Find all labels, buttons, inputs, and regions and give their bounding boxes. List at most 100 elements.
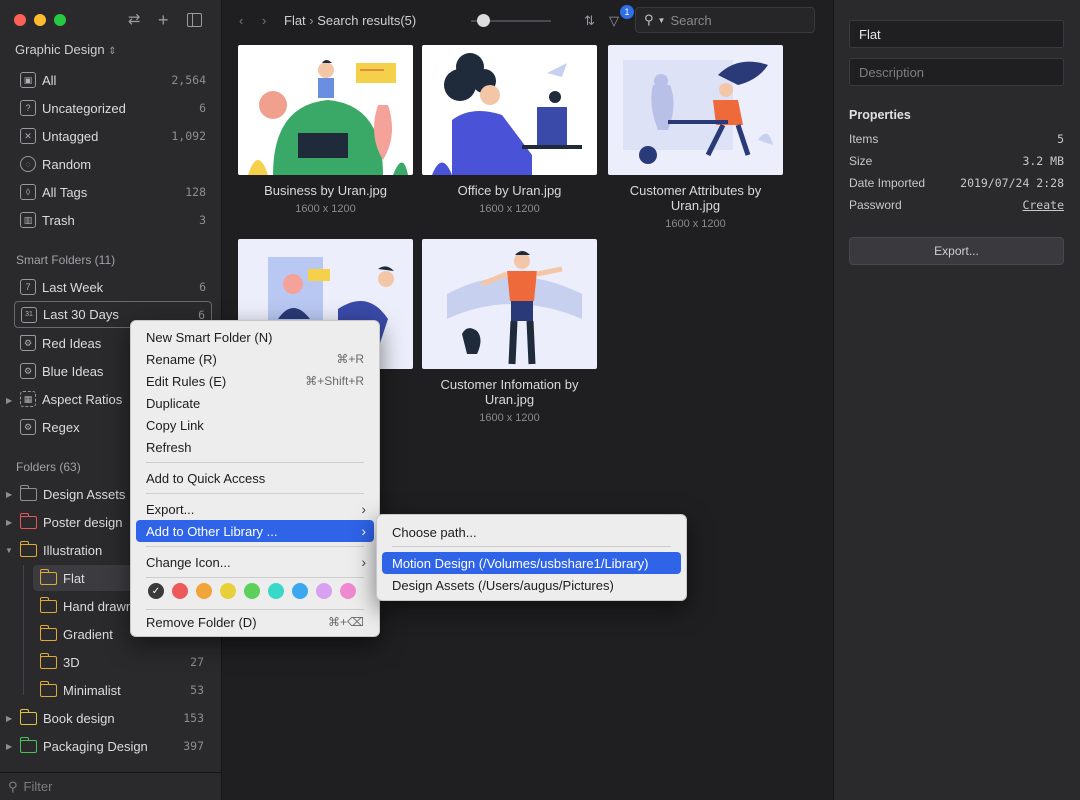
folder-minimalist[interactable]: Minimalist 53 [39, 677, 204, 703]
prop-label-date-imported: Date Imported [849, 176, 926, 190]
color-swatch[interactable] [172, 583, 188, 599]
menu-copy-link[interactable]: Copy Link [136, 414, 374, 436]
nav-untagged[interactable]: ✕ Untagged 1,092 [14, 123, 212, 149]
folder-icon [19, 708, 37, 725]
description-field[interactable]: Description [849, 58, 1064, 86]
smart-folder-icon: ⚙ [20, 335, 36, 351]
nav-label: Uncategorized [42, 100, 126, 116]
menu-add-to-quick-access[interactable]: Add to Quick Access [136, 467, 374, 489]
expand-triangle-icon[interactable]: ▶ [6, 518, 12, 527]
submenu-arrow-icon: › [361, 554, 366, 570]
prop-value-items: 5 [1057, 132, 1064, 146]
swap-icon[interactable]: ⇄ [128, 11, 141, 29]
smart-folder-icon: ⚙ [20, 363, 36, 379]
illustration-customer-information [447, 251, 582, 365]
shortcut: ⌘+Shift+R [305, 374, 364, 388]
menu-refresh[interactable]: Refresh [136, 436, 374, 458]
nav-all-tags[interactable]: ◊ All Tags 128 [14, 179, 212, 205]
color-swatch[interactable] [196, 583, 212, 599]
illustration-business [248, 60, 408, 175]
sidebar-filter[interactable]: ⚲ Filter [0, 772, 221, 800]
collapse-triangle-icon[interactable]: ▼ [5, 546, 13, 555]
color-swatch-selected[interactable]: ✓ [148, 583, 164, 599]
item-dimensions: 1600 x 1200 [665, 218, 726, 230]
menu-library-design-assets[interactable]: Design Assets (/Users/augus/Pictures) [382, 574, 681, 596]
filter-icon[interactable]: ▽ [609, 13, 619, 29]
export-button[interactable]: Export... [849, 237, 1064, 265]
item-name: Customer Infomation by Uran.jpg [440, 377, 579, 407]
folder-book-design[interactable]: Book design 153 [19, 705, 204, 731]
nav-trash[interactable]: ▥ Trash 3 [14, 207, 212, 233]
folder-packaging-design[interactable]: Packaging Design 397 [19, 733, 204, 759]
minimize-window-button[interactable] [34, 14, 46, 26]
menu-remove-folder[interactable]: Remove Folder (D) ⌘+⌫ [136, 611, 374, 633]
menu-duplicate[interactable]: Duplicate [136, 392, 374, 414]
color-swatch[interactable] [316, 583, 332, 599]
folder-label: Minimalist [63, 682, 121, 698]
library-switcher[interactable]: Graphic Design ⇕ [15, 42, 117, 57]
description-placeholder: Description [859, 64, 925, 80]
trash-icon: ▥ [20, 212, 36, 228]
color-swatch[interactable] [244, 583, 260, 599]
zoom-slider-knob[interactable] [477, 14, 490, 27]
menu-rename[interactable]: Rename (R) ⌘+R [136, 348, 374, 370]
tag-icon: ◊ [20, 184, 36, 200]
search-input[interactable]: ⚲ ▼ Search [635, 7, 815, 33]
menu-edit-rules[interactable]: Edit Rules (E) ⌘+Shift+R [136, 370, 374, 392]
smart-folder-label: Regex [42, 419, 80, 435]
menu-add-to-other-library[interactable]: Add to Other Library ... › [136, 520, 374, 542]
color-swatch[interactable] [292, 583, 308, 599]
illustration-office [432, 53, 582, 175]
search-placeholder: Search [670, 12, 712, 28]
color-swatch[interactable] [220, 583, 236, 599]
expand-triangle-icon[interactable]: ▶ [6, 490, 12, 499]
smart-folder-label: Aspect Ratios [42, 391, 123, 407]
smart-folder-last-week[interactable]: 7 Last Week 6 [14, 274, 212, 300]
folder-name-field[interactable]: Flat [849, 20, 1064, 48]
nav-label: All [42, 72, 57, 88]
expand-triangle-icon[interactable]: ▶ [6, 742, 12, 751]
menu-separator [146, 609, 364, 610]
nav-random[interactable]: ◌ Random [14, 151, 212, 177]
sort-icon[interactable]: ⇅ [584, 13, 595, 29]
library-submenu: Choose path... Motion Design (/Volumes/u… [376, 514, 687, 601]
folder-open-icon [19, 540, 37, 557]
nav-uncategorized[interactable]: ? Uncategorized 6 [14, 95, 212, 121]
tree-guide-line [23, 565, 24, 695]
menu-library-motion-design[interactable]: Motion Design (/Volumes/usbshare1/Librar… [382, 552, 681, 574]
menu-new-smart-folder[interactable]: New Smart Folder (N) [136, 326, 374, 348]
folder-label: Design Assets [43, 486, 126, 502]
smart-folder-label: Last Week [42, 279, 104, 295]
folder-count: 53 [190, 683, 204, 697]
thumbnail-customer-information[interactable] [422, 239, 597, 369]
folder-name-value: Flat [859, 26, 881, 42]
menu-choose-path[interactable]: Choose path... [382, 521, 681, 543]
expand-triangle-icon[interactable]: ▶ [6, 714, 12, 723]
menu-separator [146, 546, 364, 547]
folder-3d[interactable]: 3D 27 [39, 649, 204, 675]
thumbnail-customer-attributes[interactable] [608, 45, 783, 175]
menu-export[interactable]: Export... › [136, 498, 374, 520]
color-swatch[interactable] [340, 583, 356, 599]
menu-separator [146, 577, 364, 578]
folder-icon [39, 652, 57, 669]
add-icon[interactable]: + [158, 11, 169, 29]
close-window-button[interactable] [14, 14, 26, 26]
color-swatch[interactable] [268, 583, 284, 599]
back-icon[interactable]: ‹ [239, 13, 243, 28]
expand-triangle-icon[interactable]: ▶ [6, 396, 12, 405]
forward-icon[interactable]: › [262, 13, 266, 28]
zoom-window-button[interactable] [54, 14, 66, 26]
folder-label: Hand drawn [63, 598, 134, 614]
item-name: Customer Attributes by Uran.jpg [629, 183, 762, 213]
nav-all[interactable]: ▣ All 2,564 [14, 67, 212, 93]
item-dimensions: 1600 x 1200 [295, 203, 356, 215]
thumbnail-office[interactable] [422, 45, 597, 175]
create-password-link[interactable]: Create [1022, 198, 1064, 212]
toggle-sidebar-icon[interactable] [187, 13, 202, 27]
thumbnail-business[interactable] [238, 45, 413, 175]
uncategorized-icon: ? [20, 100, 36, 116]
menu-change-icon[interactable]: Change Icon... › [136, 551, 374, 573]
prop-label-items: Items [849, 132, 879, 146]
breadcrumb-folder[interactable]: Flat [284, 13, 306, 28]
